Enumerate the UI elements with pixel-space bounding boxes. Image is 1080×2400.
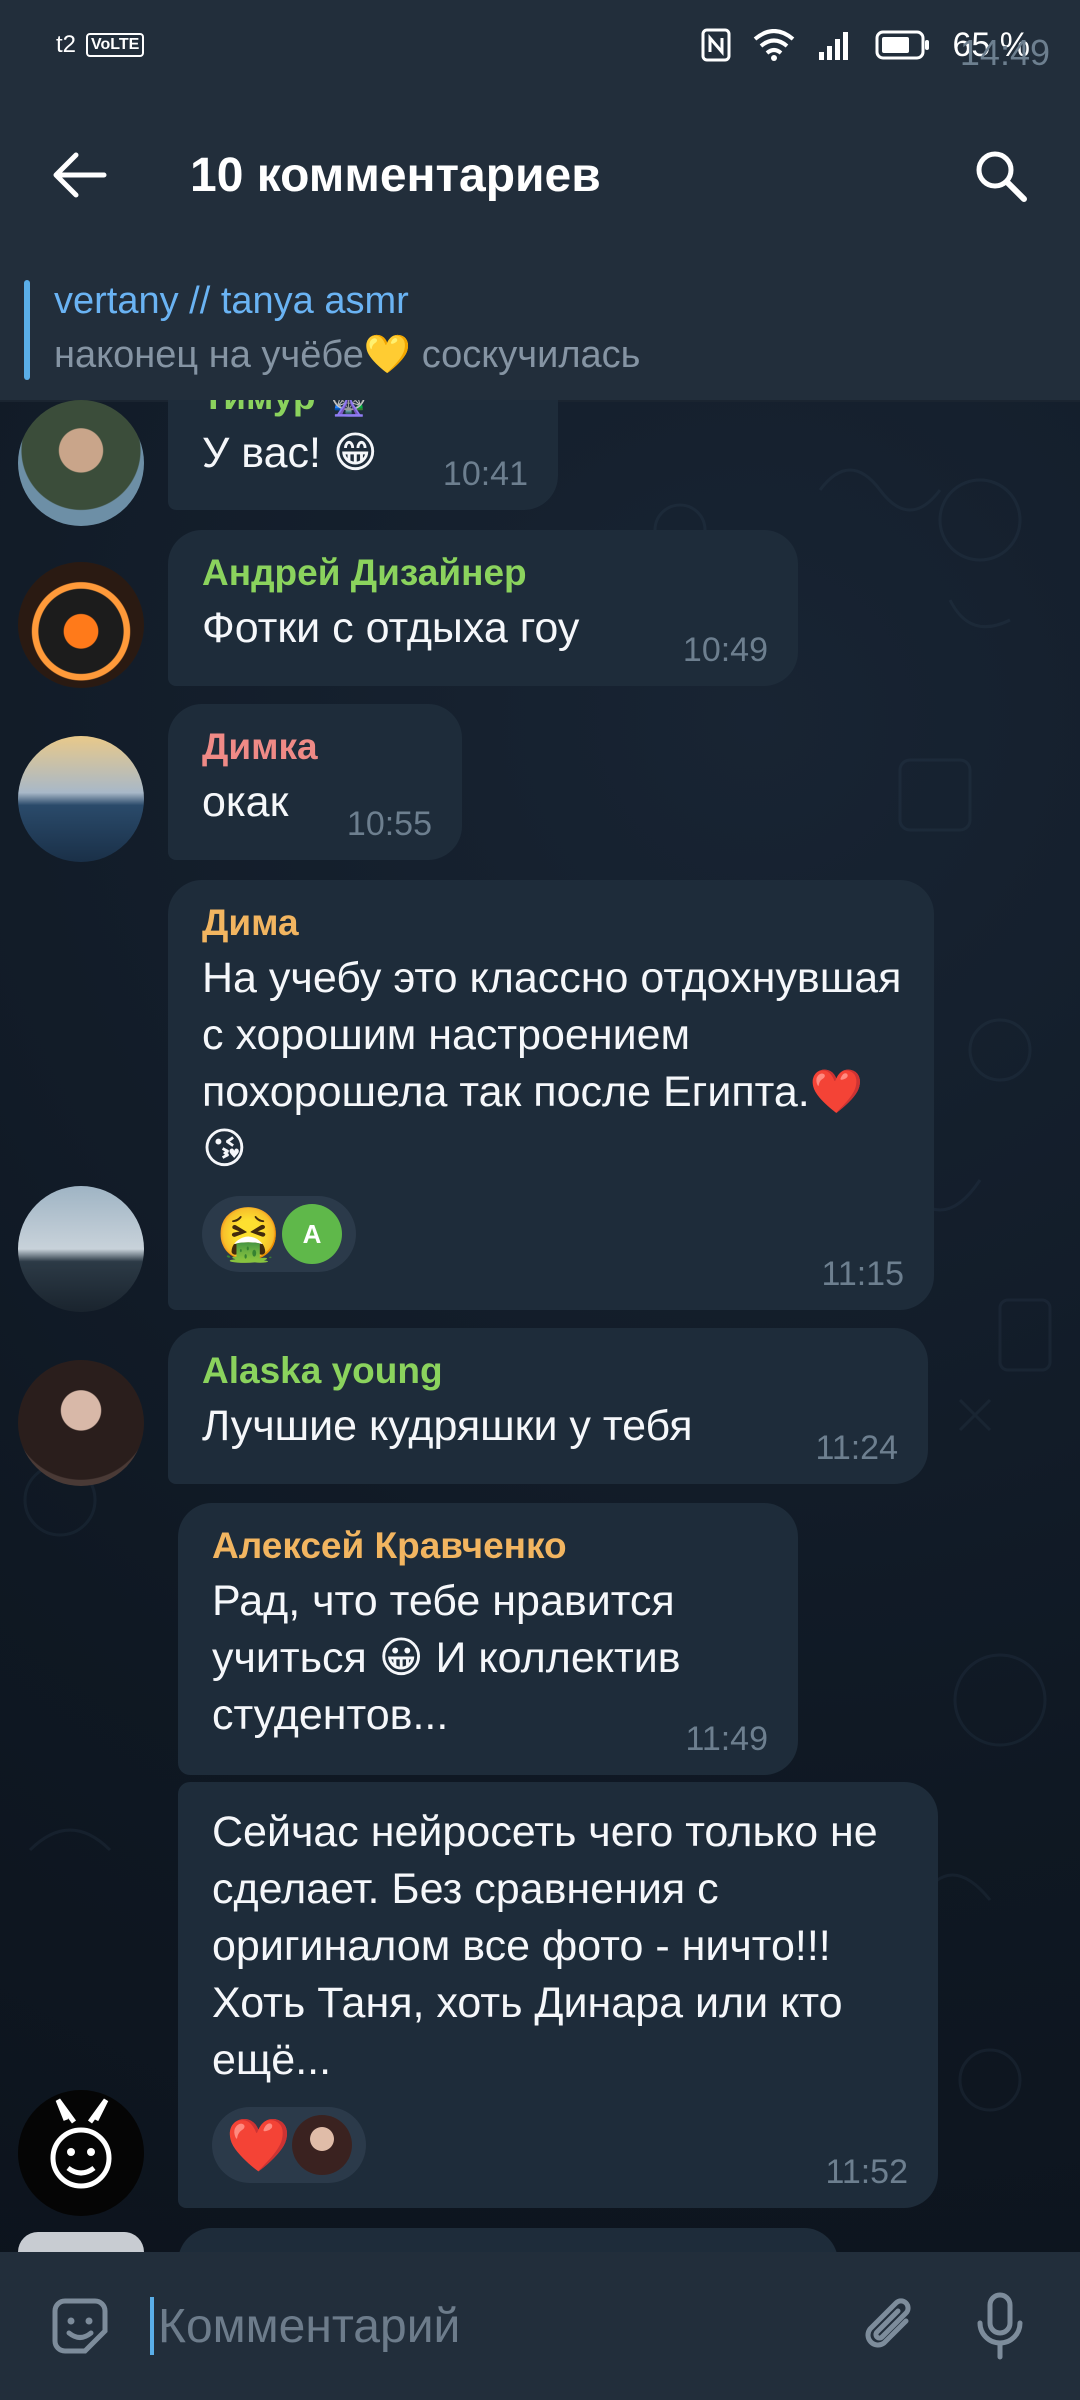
paperclip-icon: [865, 2298, 911, 2348]
signal-icon: [818, 32, 848, 60]
message-sender: Андрей Дизайнер: [202, 552, 527, 593]
message-sender: Алексей Кравченко: [212, 1525, 567, 1566]
status-bar: t2 VoLTE 14:49 65 %: [0, 0, 1080, 90]
post-text: наконец на учёбе💛 соскучилась: [54, 334, 641, 376]
channel-name: vertany // tanya asmr: [54, 280, 409, 322]
message-sender: Димка: [202, 726, 318, 767]
sticker-icon: [52, 2298, 108, 2354]
nfc-icon: [701, 28, 730, 62]
attach-button[interactable]: [850, 2286, 930, 2366]
original-post-preview[interactable]: vertany // tanya asmr наконец на учёбе💛 …: [0, 260, 1080, 402]
carrier-label: t2: [56, 31, 77, 58]
reaction-emoji: 🤮: [216, 1205, 281, 1264]
comment-input[interactable]: Комментарий: [150, 2297, 820, 2355]
message-time: 10:49: [682, 631, 768, 669]
screen: t2 VoLTE 14:49 65 % 10 комментариев vert…: [0, 0, 1080, 2400]
message-sender: Дима: [202, 902, 299, 943]
reaction-user-avatar: [292, 2115, 352, 2175]
message-time: 11:52: [825, 2153, 908, 2191]
avatar[interactable]: [18, 562, 144, 688]
message-text: Сейчас нейросеть чего только не сделает.…: [212, 1808, 878, 2084]
message-bubble[interactable]: Андрей Дизайнер Фотки с отдыха гоу 10:49: [168, 530, 798, 686]
reactions: 🤮 A: [202, 1196, 902, 1272]
message-bubble[interactable]: Димка окак 10:55: [168, 704, 462, 860]
page-title: 10 комментариев: [190, 148, 601, 202]
clock: 14:49: [959, 32, 1050, 73]
message-time: 10:55: [346, 805, 432, 843]
message-bubble[interactable]: Дима На учебу это классно отдохнувшая с …: [168, 880, 934, 1310]
arrow-left-icon: [53, 152, 107, 198]
message-text: На учебу это классно отдохнувшая с хорош…: [202, 954, 902, 1173]
message-time: 10:41: [442, 455, 528, 493]
sticker-button[interactable]: [40, 2286, 120, 2366]
search-icon: [976, 151, 1027, 202]
comment-placeholder: Комментарий: [158, 2299, 461, 2353]
battery-icon: [875, 30, 929, 60]
avatar[interactable]: [18, 1186, 144, 1312]
avatar[interactable]: [18, 736, 144, 862]
rabbit-logo-icon: [50, 2098, 112, 2189]
volte-badge: VoLTE: [86, 33, 145, 57]
avatar[interactable]: [18, 1360, 144, 1486]
message-bubble[interactable]: Alaska young Лучшие кудряшки у тебя 11:2…: [168, 1328, 928, 1484]
accent-bar: [24, 280, 30, 380]
message-time: 11:15: [821, 1255, 904, 1293]
microphone-icon: [977, 2292, 1023, 2360]
voice-message-button[interactable]: [960, 2286, 1040, 2366]
reaction-chip[interactable]: ❤️: [212, 2107, 366, 2183]
reaction-user-avatar: A: [282, 1204, 342, 1264]
back-button[interactable]: [40, 135, 120, 215]
app-bar: 10 комментариев: [0, 90, 1080, 260]
message-time: 11:24: [815, 1429, 898, 1467]
reactions: ❤️: [212, 2107, 906, 2183]
avatar[interactable]: [18, 400, 144, 526]
message-time: 11:49: [685, 1720, 768, 1758]
message-text: Фотки с отдыха гоу: [202, 604, 580, 652]
reaction-chip[interactable]: 🤮 A: [202, 1196, 356, 1272]
text-caret: [150, 2297, 154, 2355]
message-text: Лучшие кудряшки у тебя: [202, 1402, 693, 1450]
message-bubble[interactable]: Алексей Кравченко Рад, что тебе нравится…: [178, 1503, 798, 1775]
message-text: Рад, что тебе нравится учиться 😀 И колле…: [212, 1577, 681, 1739]
message-bubble[interactable]: Сейчас нейросеть чего только не сделает.…: [178, 1782, 938, 2208]
reaction-emoji: ❤️: [226, 2116, 291, 2175]
search-button[interactable]: [960, 135, 1040, 215]
message-sender: Alaska young: [202, 1350, 443, 1391]
avatar[interactable]: [18, 2090, 144, 2216]
wifi-icon: [753, 29, 794, 61]
avatar[interactable]: [18, 2232, 144, 2252]
comment-composer: Комментарий: [0, 2252, 1080, 2400]
